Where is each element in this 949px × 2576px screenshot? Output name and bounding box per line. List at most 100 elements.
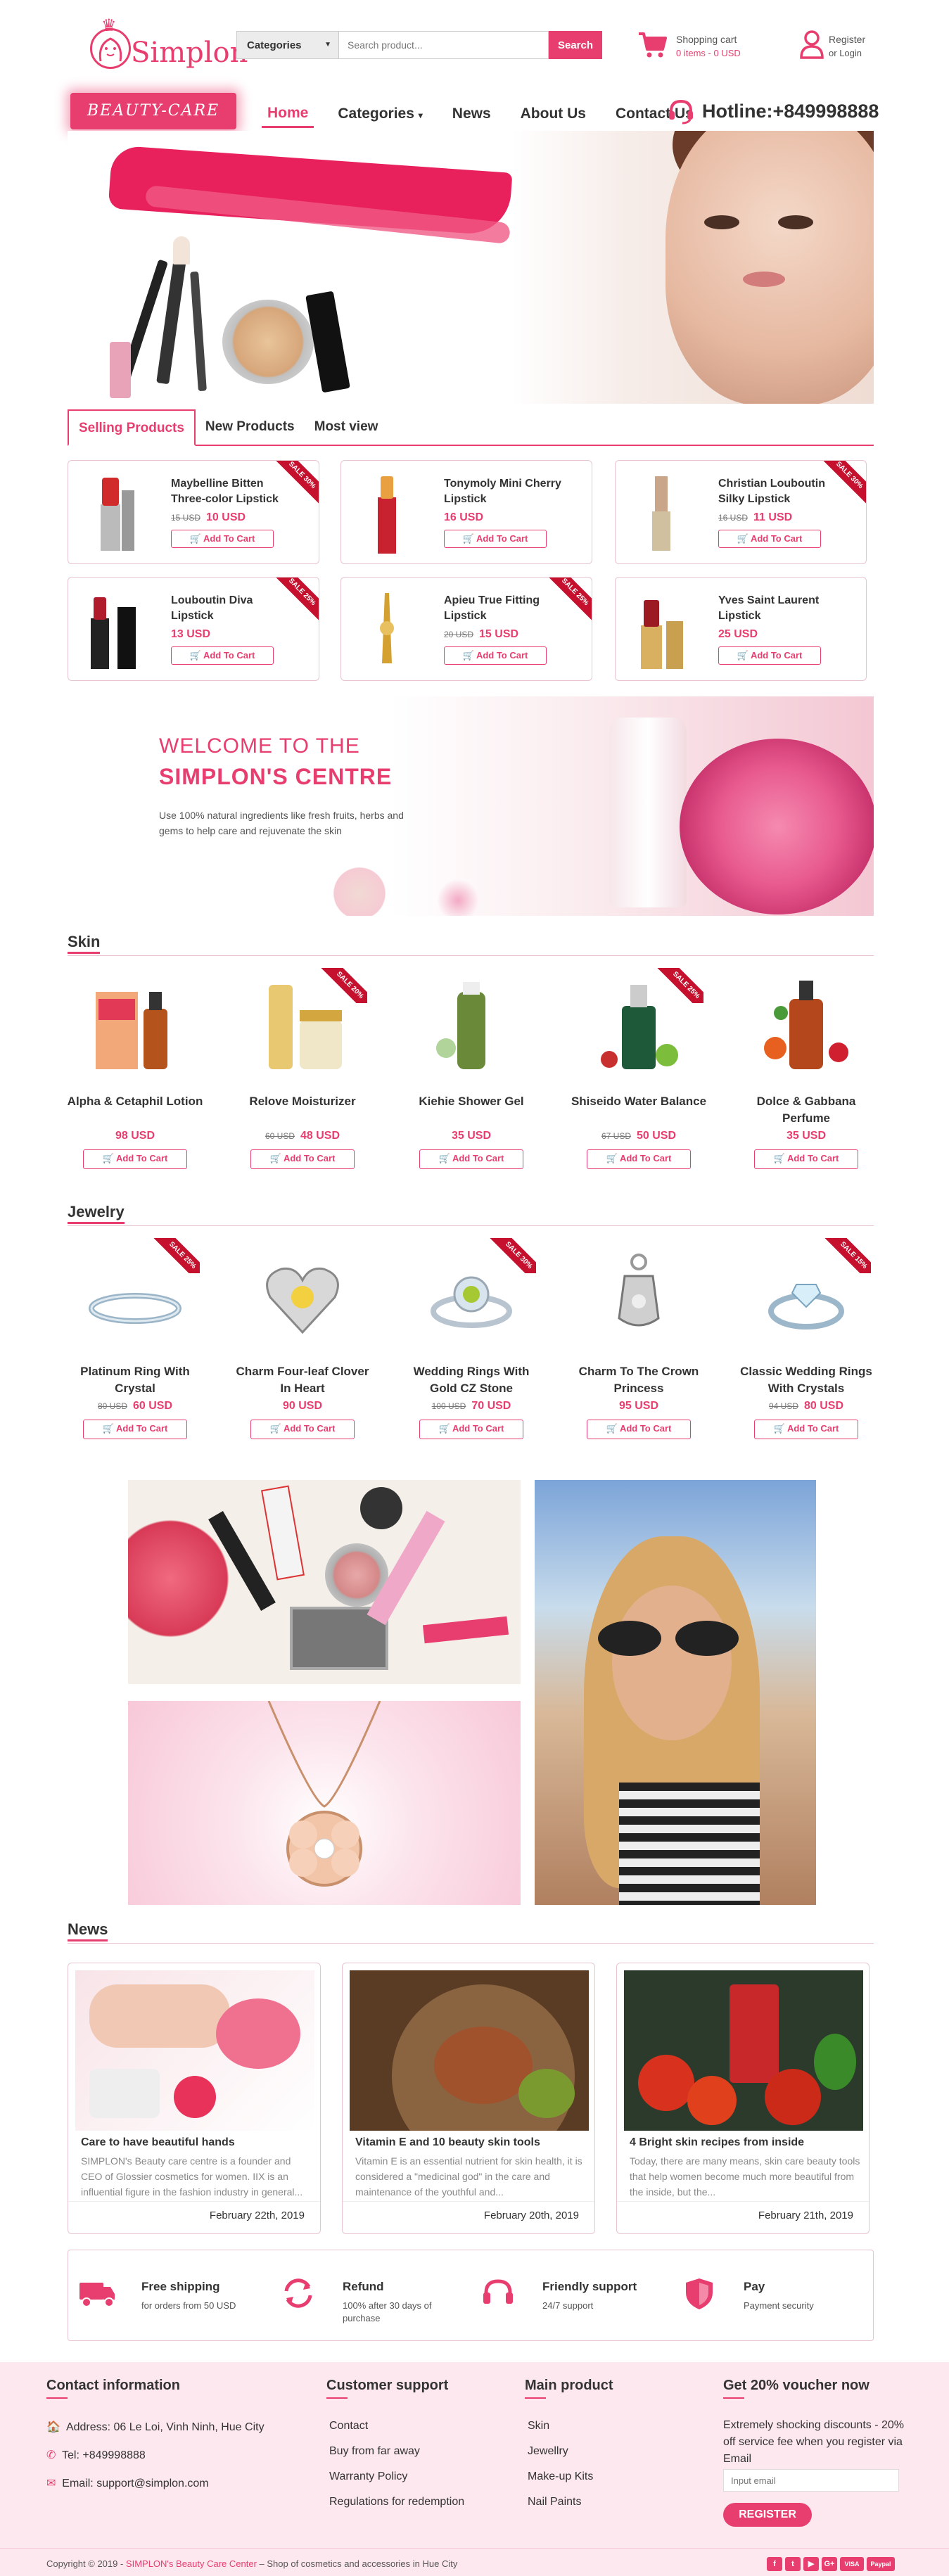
sale-ribbon: SALE 15% — [822, 1238, 871, 1273]
add-to-cart-label: Add To Cart — [786, 1153, 839, 1163]
footer-tel[interactable]: ✆ Tel: +849998888 — [46, 2448, 146, 2462]
promo-cosmetics-image[interactable] — [128, 1480, 521, 1684]
add-to-cart-button[interactable]: 🛒 Add To Cart — [718, 530, 821, 548]
facebook-icon[interactable]: f — [767, 2557, 782, 2571]
add-to-cart-button[interactable]: 🛒 Add To Cart — [250, 1149, 355, 1169]
promo-necklace-image[interactable] — [128, 1701, 521, 1905]
footer-link[interactable]: Contact — [329, 2420, 368, 2432]
new-price: 60 USD — [133, 1400, 173, 1412]
tab-selling-products[interactable]: Selling Products — [68, 409, 196, 446]
product-card[interactable]: Charm Four-leaf Clover In Heart 90 USD 🛒… — [232, 1235, 373, 1446]
login-link[interactable]: Login — [839, 48, 862, 58]
add-to-cart-label: Add To Cart — [452, 1153, 504, 1163]
product-card[interactable]: Tonymoly Mini Cherry Lipstick 16 USD 🛒 A… — [340, 460, 592, 564]
add-to-cart-button[interactable]: 🛒 Add To Cart — [83, 1149, 187, 1169]
news-card[interactable]: Care to have beautiful hands SIMPLON's B… — [68, 1963, 321, 2234]
copyright-brand-link[interactable]: SIMPLON's Beauty Care Center — [126, 2558, 257, 2569]
tab-most-view[interactable]: Most view — [305, 409, 388, 445]
sale-ribbon: SALE 25% — [654, 968, 703, 1003]
tab-new-products[interactable]: New Products — [196, 409, 305, 445]
register-button[interactable]: REGISTER — [723, 2503, 812, 2527]
product-card[interactable]: Alpha & Cetaphil Lotion 98 USD 🛒 Add To … — [65, 965, 205, 1176]
cart-icon: 🛒 — [189, 650, 201, 661]
new-price: 10 USD — [206, 511, 246, 523]
add-to-cart-button[interactable]: 🛒 Add To Cart — [419, 1420, 523, 1439]
add-to-cart-button[interactable]: 🛒 Add To Cart — [419, 1149, 523, 1169]
rose-image — [174, 2076, 216, 2118]
category-select[interactable]: Categories ▼ — [236, 31, 339, 59]
footer-support-title: Customer support — [326, 2378, 449, 2393]
news-title[interactable]: 4 Bright skin recipes from inside — [630, 2136, 862, 2149]
voucher-email-input[interactable] — [723, 2469, 899, 2492]
product-card[interactable]: SALE 30% Wedding Rings With Gold CZ Ston… — [401, 1235, 542, 1446]
add-to-cart-button[interactable]: 🛒 Add To Cart — [171, 646, 274, 665]
news-image — [624, 1970, 863, 2131]
cart-icon: 🛒 — [737, 533, 749, 544]
add-to-cart-label: Add To Cart — [203, 533, 255, 544]
promo-model-image[interactable] — [535, 1480, 816, 1905]
footer-link[interactable]: Make-up Kits — [528, 2470, 593, 2483]
product-card[interactable]: SALE 30% Maybelline Bitten Three-color L… — [68, 460, 319, 564]
news-card[interactable]: 4 Bright skin recipes from inside Today,… — [616, 1963, 870, 2234]
divider — [525, 2397, 546, 2399]
divider — [343, 2201, 594, 2202]
google-plus-icon[interactable]: G+ — [822, 2557, 837, 2571]
add-to-cart-button[interactable]: 🛒 Add To Cart — [587, 1420, 691, 1439]
footer-link[interactable]: Buy from far away — [329, 2445, 420, 2458]
footer-link[interactable]: Regulations for redemption — [329, 2496, 464, 2508]
add-to-cart-button[interactable]: 🛒 Add To Cart — [444, 530, 547, 548]
footer-email[interactable]: ✉ Email: support@simplon.com — [46, 2476, 209, 2490]
footer-link[interactable]: Nail Paints — [528, 2496, 581, 2508]
nav-news[interactable]: News — [447, 101, 497, 127]
sale-ribbon: SALE 20% — [318, 968, 367, 1003]
search-input[interactable] — [339, 31, 549, 59]
product-card[interactable]: SALE 25% Shiseido Water Balance 67 USD 50… — [568, 965, 709, 1176]
product-card[interactable]: SALE 20% Relove Moisturizer 60 USD 48 USD… — [232, 965, 373, 1176]
news-title[interactable]: Care to have beautiful hands — [81, 2136, 313, 2149]
product-card[interactable]: Yves Saint Laurent Lipstick 25 USD 🛒 Add… — [615, 577, 867, 681]
old-price: 100 USD — [431, 1401, 466, 1411]
product-image — [436, 982, 485, 1069]
product-price: 16 USD 11 USD — [718, 511, 792, 524]
register-link[interactable]: Register — [829, 34, 865, 45]
main-nav: Home Categories ▾ News About Us Contact … — [262, 97, 718, 131]
nav-about[interactable]: About Us — [515, 101, 592, 127]
product-image — [266, 1267, 339, 1334]
add-to-cart-button[interactable]: 🛒 Add To Cart — [444, 646, 547, 665]
cart-icon: 🛒 — [737, 650, 749, 661]
news-card[interactable]: Vitamin E and 10 beauty skin tools Vitam… — [342, 1963, 595, 2234]
product-card[interactable]: Kiehie Shower Gel 35 USD 🛒 Add To Cart — [401, 965, 542, 1176]
shopping-cart[interactable]: Shopping cart 0 items - 0 USD — [637, 28, 764, 63]
voucher-text: Extremely shocking discounts - 20% off s… — [723, 2419, 904, 2465]
product-card[interactable]: SALE 25% Platinum Ring With Crystal 80 U… — [65, 1235, 205, 1446]
add-to-cart-button[interactable]: 🛒 Add To Cart — [754, 1420, 858, 1439]
logo[interactable]: ♛ Simplon — [84, 15, 248, 72]
product-card[interactable]: Dolce & Gabbana Perfume 35 USD 🛒 Add To … — [736, 965, 877, 1176]
product-card[interactable]: SALE 25% Apieu True Fitting Lipstick 20 … — [340, 577, 592, 681]
add-to-cart-button[interactable]: 🛒 Add To Cart — [171, 530, 274, 548]
nav-categories[interactable]: Categories ▾ — [332, 101, 428, 127]
footer-link[interactable]: Jewellry — [528, 2445, 568, 2458]
chevron-down-icon: ▼ — [324, 41, 331, 49]
product-card[interactable]: SALE 30% Christian Louboutin Silky Lipst… — [615, 460, 867, 564]
search-button[interactable]: Search — [549, 31, 602, 59]
add-to-cart-button[interactable]: 🛒 Add To Cart — [718, 646, 821, 665]
add-to-cart-button[interactable]: 🛒 Add To Cart — [250, 1420, 355, 1439]
product-card[interactable]: SALE 15% Classic Wedding Rings With Crys… — [736, 1235, 877, 1446]
footer-link[interactable]: Warranty Policy — [329, 2470, 407, 2483]
product-card[interactable]: SALE 25% Louboutin Diva Lipstick 13 USD … — [68, 577, 319, 681]
product-image — [764, 981, 848, 1069]
product-card[interactable]: Charm To The Crown Princess 95 USD 🛒 Add… — [568, 1235, 709, 1446]
add-to-cart-label: Add To Cart — [786, 1423, 839, 1434]
add-to-cart-button[interactable]: 🛒 Add To Cart — [83, 1420, 187, 1439]
hotline[interactable]: Hotline:+849998888 — [667, 96, 879, 127]
twitter-icon[interactable]: t — [785, 2557, 801, 2571]
product-price: 16 USD — [444, 511, 483, 524]
logo-face-icon — [90, 28, 131, 69]
footer-link[interactable]: Skin — [528, 2420, 549, 2432]
youtube-icon[interactable]: ▶ — [803, 2557, 819, 2571]
add-to-cart-button[interactable]: 🛒 Add To Cart — [754, 1149, 858, 1169]
add-to-cart-button[interactable]: 🛒 Add To Cart — [587, 1149, 691, 1169]
news-title[interactable]: Vitamin E and 10 beauty skin tools — [355, 2136, 587, 2149]
nav-home[interactable]: Home — [262, 101, 314, 128]
